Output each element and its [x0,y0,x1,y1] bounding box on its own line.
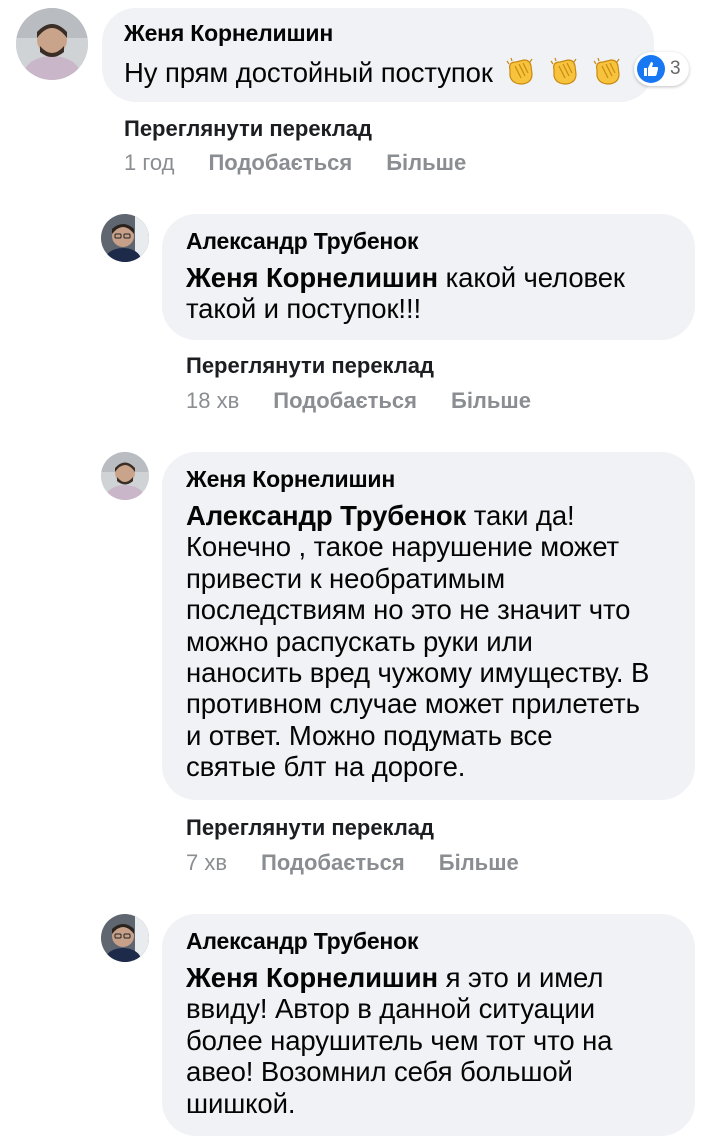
text-line: святые блт на дороге. [186,751,466,783]
text-line: какой человек [445,262,625,293]
text-line: наносить вред чужому имуществу. В [186,657,650,689]
more-button[interactable]: Більше [439,850,519,876]
see-translation-link[interactable]: Переглянути переклад [186,815,434,841]
avatar-alexander[interactable] [101,914,149,962]
like-button[interactable]: Подобається [208,150,352,176]
text-line: авео! Возомнил себя большой [186,1056,573,1088]
text-line: можно распускать руки или [186,625,533,657]
clapping-hands-icon [548,56,580,92]
mention-link[interactable]: Женя Корнелишин [186,962,438,993]
comment-thread: Женя Корнелишин Ну прям достойный поступ… [0,0,720,1144]
clapping-hands-icon [504,56,536,92]
text-line: привести к необратимым [186,562,506,594]
text-line: более нарушитель чем тот что на [186,1024,613,1056]
comment-actions: 7 хв Подобається Більше [186,850,519,876]
text-line: и ответ. Можно подумать все [186,719,553,751]
text-line: такой и поступок!!! [186,293,422,325]
see-translation-link[interactable]: Переглянути переклад [186,353,434,379]
mention-link[interactable]: Женя Корнелишин [186,262,438,293]
comment-time[interactable]: 18 хв [186,388,239,414]
text-line: ввиду! Автор в данной ситуации [186,993,596,1025]
comment-author[interactable]: Женя Корнелишин [186,466,395,493]
comment-text: Женя Корнелишин я это и имел ввиду! Авто… [186,962,612,1119]
comment-text-content: Ну прям достойный поступок [124,57,493,88]
clapping-hands-icon [591,56,623,92]
comment-bubble: Александр Трубенок Женя Корнелишин какой… [162,214,695,340]
like-button[interactable]: Подобається [261,850,405,876]
comment-time[interactable]: 7 хв [186,850,227,876]
more-button[interactable]: Більше [386,150,466,176]
like-button[interactable]: Подобається [273,388,417,414]
comment-author[interactable]: Женя Корнелишин [124,20,333,47]
comment-author[interactable]: Александр Трубенок [186,228,418,255]
text-line: последствиям но это не значит что [186,594,631,626]
see-translation-link[interactable]: Переглянути переклад [124,116,372,142]
text-line: шишкой. [186,1087,296,1119]
comment-actions: 1 год Подобається Більше [124,150,466,176]
text-line: я это и имел [445,962,604,993]
thumbs-up-icon [637,55,665,83]
comment-bubble: Александр Трубенок Женя Корнелишин я это… [162,914,695,1136]
avatar-zhenya[interactable] [16,8,88,80]
avatar-alexander[interactable] [101,214,149,262]
comment-text: Ну прям достойный поступок [124,56,623,92]
comment-actions: 18 хв Подобається Більше [186,388,531,414]
more-button[interactable]: Більше [451,388,531,414]
reaction-count: 3 [670,58,681,79]
comment-time[interactable]: 1 год [124,150,174,176]
text-line: Конечно , такое нарушение может [186,531,619,563]
comment-bubble: Женя Корнелишин Александр Трубенок таки … [162,452,695,800]
comment-text: Женя Корнелишин какой человек такой и по… [186,262,625,325]
mention-link[interactable]: Александр Трубенок [186,500,466,531]
comment-bubble: Женя Корнелишин Ну прям достойный поступ… [102,8,654,102]
avatar-zhenya[interactable] [101,452,149,500]
text-line: противном случае может прилететь [186,688,640,720]
comment-author[interactable]: Александр Трубенок [186,928,418,955]
comment-text: Александр Трубенок таки да! Конечно , та… [186,500,649,783]
text-line: таки да! [473,500,575,531]
reaction-summary[interactable]: 3 [634,52,689,86]
